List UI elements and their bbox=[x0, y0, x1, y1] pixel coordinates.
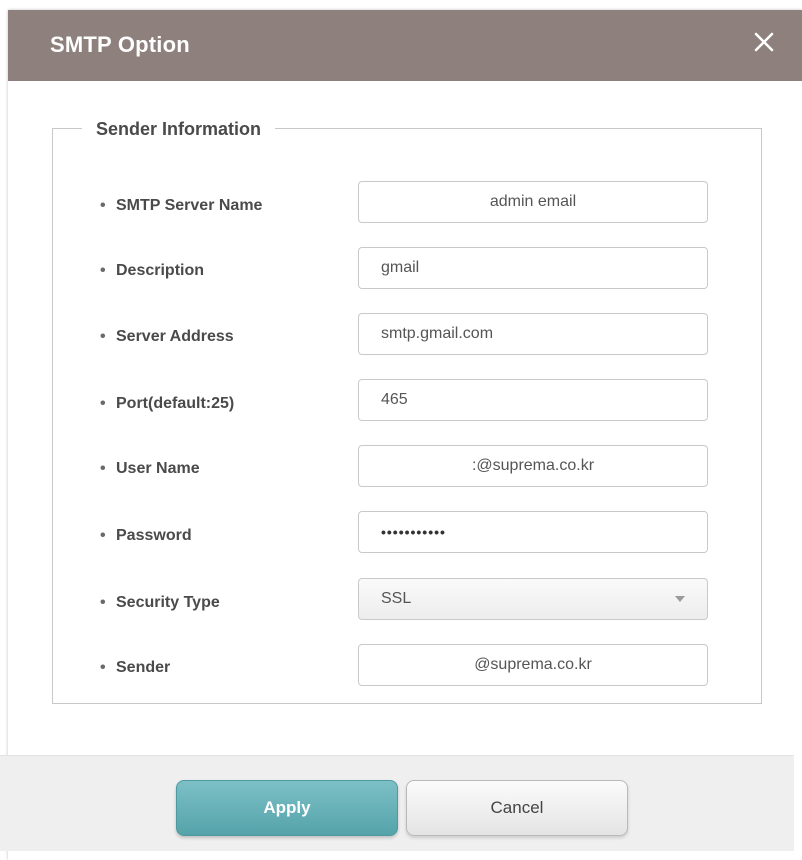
bullet-icon: • bbox=[100, 262, 106, 279]
description-label: • Description bbox=[100, 262, 205, 279]
password-label: • Password bbox=[100, 527, 192, 544]
bullet-icon: • bbox=[100, 460, 106, 477]
user-name-label: • User Name bbox=[100, 460, 200, 477]
bullet-icon: • bbox=[100, 197, 106, 214]
server-address-label: • Server Address bbox=[100, 328, 234, 345]
dropdown-arrow-icon bbox=[675, 596, 685, 602]
close-icon[interactable] bbox=[750, 28, 778, 56]
bullet-icon: • bbox=[100, 659, 106, 676]
sender-information-legend: Sender Information bbox=[82, 118, 276, 140]
dialog-title: SMTP Option bbox=[50, 32, 190, 57]
bullet-icon: • bbox=[100, 395, 106, 412]
user-name-input[interactable]: :@suprema.co.kr bbox=[358, 445, 708, 487]
smtp-server-name-label: • SMTP Server Name bbox=[100, 197, 263, 214]
bullet-icon: • bbox=[100, 328, 106, 345]
description-input[interactable]: gmail bbox=[358, 247, 708, 289]
dialog-titlebar: SMTP Option bbox=[8, 10, 802, 81]
port-label: • Port(default:25) bbox=[100, 395, 235, 412]
port-input[interactable]: 465 bbox=[358, 379, 708, 421]
sender-label: • Sender bbox=[100, 659, 171, 676]
smtp-server-name-input[interactable]: admin email bbox=[358, 181, 708, 223]
password-input[interactable]: ••••••••••• bbox=[358, 511, 708, 553]
apply-button[interactable]: Apply bbox=[176, 780, 398, 836]
cancel-button[interactable]: Cancel bbox=[406, 780, 628, 836]
server-address-input[interactable]: smtp.gmail.com bbox=[358, 313, 708, 355]
security-type-label: • Security Type bbox=[100, 594, 220, 611]
security-type-select[interactable]: SSL bbox=[358, 578, 708, 620]
bullet-icon: • bbox=[100, 527, 106, 544]
sender-input[interactable]: @suprema.co.kr bbox=[358, 644, 708, 686]
security-type-value: SSL bbox=[381, 590, 412, 607]
bullet-icon: • bbox=[100, 594, 106, 611]
